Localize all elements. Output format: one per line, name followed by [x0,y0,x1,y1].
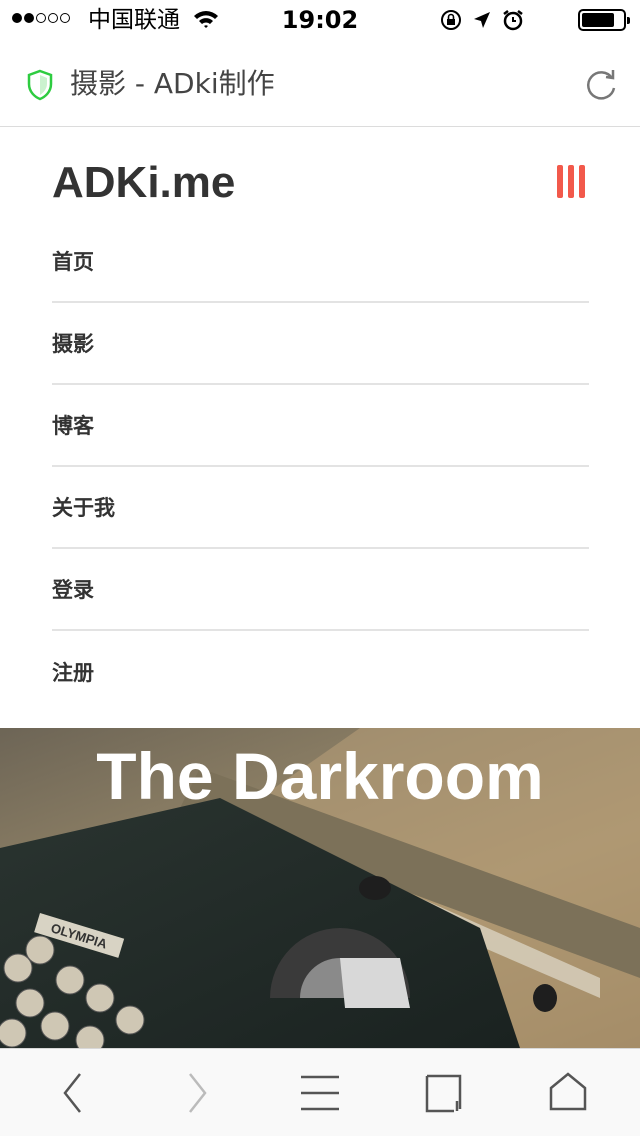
battery-icon [578,9,630,31]
home-icon[interactable] [548,1071,588,1115]
hero-title: The Darkroom [96,739,544,813]
nav-menu: 首页 摄影 博客 关于我 登录 注册 [52,221,589,713]
location-icon [474,12,490,28]
shield-icon [27,69,53,101]
site-logo[interactable]: ADKi.me [52,158,235,208]
back-icon[interactable] [60,1071,86,1115]
nav-item-home[interactable]: 首页 [52,221,589,303]
address-bar[interactable]: 摄影 - ADki制作 [0,40,640,127]
nav-item-login[interactable]: 登录 [52,549,589,631]
nav-item-photography[interactable]: 摄影 [52,303,589,385]
menu-bars-icon[interactable] [557,165,585,198]
status-bar: 中国联通 19:02 [0,0,640,40]
nav-item-about[interactable]: 关于我 [52,467,589,549]
nav-item-register[interactable]: 注册 [52,631,589,713]
status-time: 19:02 [281,6,359,34]
rotation-lock-icon [441,10,461,30]
nav-item-blog[interactable]: 博客 [52,385,589,467]
browser-toolbar [0,1048,640,1136]
page-title[interactable]: 摄影 - ADki制作 [70,66,275,102]
tabs-icon[interactable] [424,1071,464,1115]
forward-icon[interactable] [184,1071,210,1115]
alarm-icon [503,10,523,31]
reload-icon[interactable] [582,66,620,104]
hero-banner: OLYMPIA The Darkroom [0,728,640,1048]
menu-icon[interactable] [300,1071,340,1115]
